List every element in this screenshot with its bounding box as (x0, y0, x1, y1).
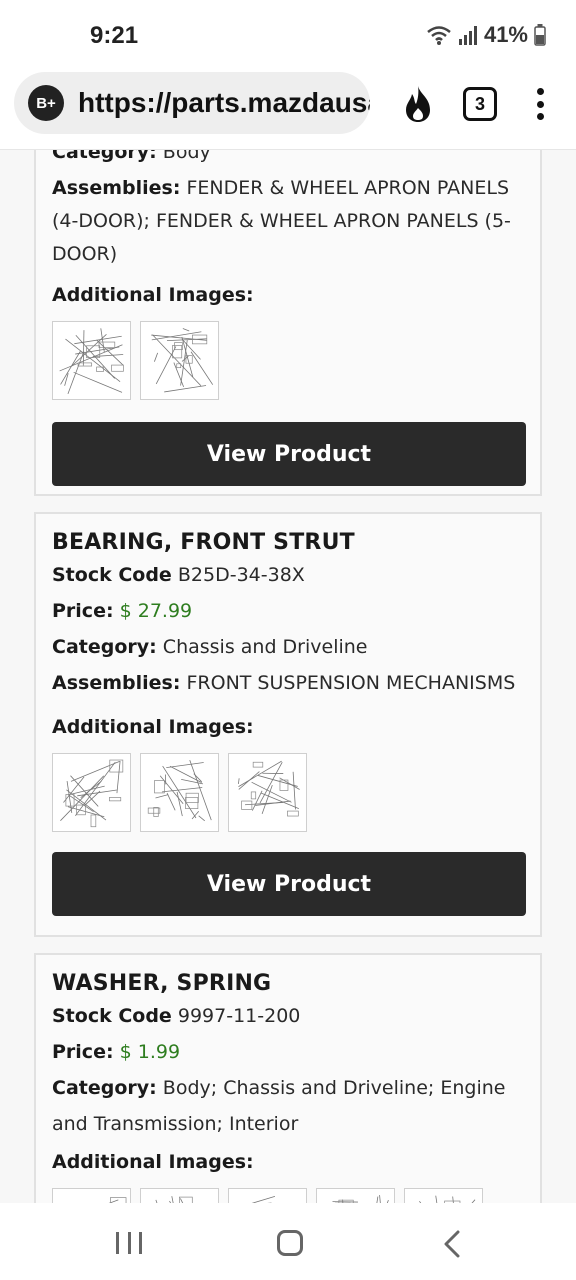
system-nav-bar (0, 1203, 576, 1280)
signal-icon (458, 26, 477, 45)
diagram-thumbnail[interactable] (228, 1188, 307, 1203)
home-icon[interactable] (277, 1230, 303, 1256)
assemblies-value: FRONT SUSPENSION MECHANISMS (186, 672, 516, 694)
image-thumbnails (52, 753, 524, 832)
price-value: $ 1.99 (119, 1041, 181, 1063)
product-name[interactable]: BEARING, FRONT STRUT (52, 530, 524, 555)
product-card: Category: Body Assemblies: FENDER & WHEE… (34, 150, 542, 496)
price-line: Price: $ 27.99 (52, 600, 193, 622)
price-value: $ 27.99 (119, 600, 193, 622)
category-line: Category: Body (52, 150, 524, 170)
recents-icon[interactable] (116, 1232, 142, 1254)
site-badge-icon[interactable]: B+ (28, 85, 64, 121)
additional-images-label: Additional Images: (52, 284, 254, 306)
diagram-thumbnail[interactable] (140, 753, 219, 832)
battery-percent: 41% (483, 22, 528, 47)
diagram-sketch (60, 759, 124, 828)
status-icons: 41% (426, 22, 546, 48)
menu-icon[interactable] (533, 88, 547, 120)
diagram-thumbnail[interactable] (52, 321, 131, 400)
stock-code-value: B25D-34-38X (177, 564, 305, 586)
view-product-button[interactable]: View Product (52, 852, 526, 916)
category-value: Chassis and Driveline (162, 636, 368, 658)
assemblies-line: Assemblies: FRONT SUSPENSION MECHANISMS (52, 672, 516, 694)
diagram-sketch (147, 760, 212, 822)
diagram-sketch (59, 328, 124, 394)
stock-code-line: Stock Code 9997-11-200 (52, 1005, 301, 1027)
diagram-thumbnail[interactable] (404, 1188, 483, 1203)
diagram-sketch (108, 1197, 127, 1203)
assemblies-line: Assemblies: FENDER & WHEEL APRON PANELS … (52, 177, 511, 265)
image-thumbnails (52, 321, 524, 400)
back-icon[interactable] (442, 1230, 462, 1258)
diagram-thumbnail[interactable] (228, 753, 307, 832)
diagram-sketch (238, 760, 300, 817)
product-card: BEARING, FRONT STRUT Stock Code B25D-34-… (34, 512, 542, 937)
additional-images-label: Additional Images: (52, 716, 254, 738)
view-product-button[interactable]: View Product (52, 422, 526, 486)
status-bar: 9:21 41% (0, 0, 576, 72)
address-bar[interactable]: B+ https://parts.mazdausa (14, 72, 370, 134)
stock-code-line: Stock Code B25D-34-38X (52, 564, 305, 586)
browser-toolbar: B+ https://parts.mazdausa 3 (0, 72, 576, 150)
diagram-thumbnail[interactable] (140, 1188, 219, 1203)
diagram-thumbnail[interactable] (316, 1188, 395, 1203)
category-line: Category: Body; Chassis and Driveline; E… (52, 1077, 506, 1135)
fire-icon[interactable] (400, 84, 436, 124)
battery-icon (534, 24, 546, 46)
diagram-sketch (332, 1195, 389, 1203)
status-time: 9:21 (90, 22, 139, 49)
wifi-icon (427, 26, 451, 45)
product-name[interactable]: WASHER, SPRING (52, 971, 524, 996)
diagram-thumbnail[interactable] (140, 321, 219, 400)
category-value: Body (162, 150, 211, 163)
diagram-thumbnail[interactable] (52, 1188, 131, 1203)
tabs-icon[interactable]: 3 (463, 87, 497, 121)
image-thumbnails (52, 1188, 524, 1203)
diagram-thumbnail[interactable] (52, 753, 131, 832)
product-card: WASHER, SPRING Stock Code 9997-11-200 Pr… (34, 953, 542, 1203)
price-line: Price: $ 1.99 (52, 1041, 181, 1063)
stock-code-value: 9997-11-200 (177, 1005, 301, 1027)
diagram-sketch (251, 1196, 276, 1203)
additional-images-label: Additional Images: (52, 1151, 254, 1173)
category-line: Category: Chassis and Driveline (52, 636, 368, 658)
product-list: Category: Body Assemblies: FENDER & WHEE… (0, 150, 576, 1203)
diagram-sketch (155, 1196, 193, 1203)
diagram-sketch (151, 328, 214, 393)
url-text[interactable]: https://parts.mazdausa (78, 87, 370, 119)
diagram-sketch (419, 1195, 476, 1203)
